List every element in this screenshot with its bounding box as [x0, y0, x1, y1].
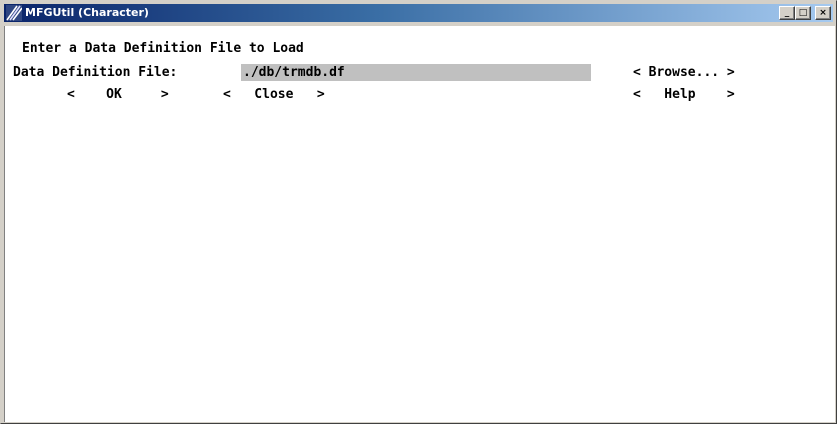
browse-button[interactable]: < Browse... >	[633, 65, 735, 81]
close-window-button[interactable]: ×	[815, 6, 831, 20]
ok-button[interactable]: < OK >	[67, 87, 169, 103]
data-definition-file-input[interactable]: ./db/trmdb.df	[241, 64, 591, 81]
app-icon	[6, 5, 22, 21]
terminal-client-area	[4, 26, 835, 422]
help-button[interactable]: < Help >	[633, 87, 735, 103]
data-definition-file-label: Data Definition File:	[13, 65, 178, 80]
close-button[interactable]: < Close >	[223, 87, 325, 103]
maximize-button[interactable]: □	[795, 6, 811, 20]
minimize-button[interactable]: _	[779, 6, 795, 20]
window-title: MFGUtil (Character)	[25, 6, 149, 19]
app-window: MFGUtil (Character) _ □ × Enter a Data D…	[0, 0, 837, 424]
title-bar[interactable]: MFGUtil (Character) _ □ ×	[4, 4, 833, 22]
form-heading: Enter a Data Definition File to Load	[22, 41, 304, 56]
